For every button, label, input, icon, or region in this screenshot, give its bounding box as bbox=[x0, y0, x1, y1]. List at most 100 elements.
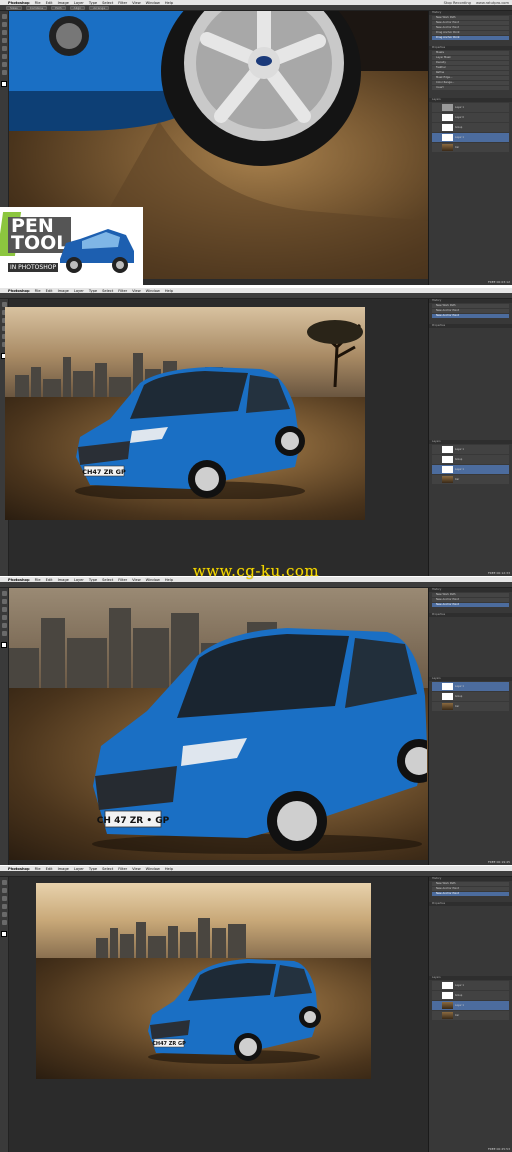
history-item[interactable]: New Anchor Point bbox=[432, 21, 509, 25]
stop-recording-label[interactable]: Stop Recording bbox=[444, 1, 471, 5]
color-swatch-icon[interactable] bbox=[1, 642, 7, 648]
menu-layer[interactable]: Layer bbox=[74, 1, 84, 5]
color-range-button[interactable]: Color Range... bbox=[432, 81, 509, 85]
menu-file[interactable]: File bbox=[35, 867, 41, 871]
layers-panel-tab[interactable]: Layers bbox=[429, 976, 512, 980]
menu-help[interactable]: Help bbox=[165, 867, 173, 871]
option-sizes[interactable]: Sizes bbox=[6, 5, 22, 10]
history-item[interactable]: Drag Anchor Point bbox=[432, 31, 509, 35]
menu-view[interactable]: View bbox=[132, 867, 141, 871]
layers-panel-tab[interactable]: Layers bbox=[429, 98, 512, 102]
menu-image[interactable]: Image bbox=[58, 1, 69, 5]
history-item-selected[interactable]: New Anchor Point bbox=[432, 892, 509, 896]
layer-row[interactable]: Layer 0 bbox=[432, 113, 509, 122]
type-tool-icon[interactable] bbox=[1, 62, 7, 67]
properties-panel-tab[interactable]: Properties bbox=[429, 46, 512, 50]
crop-tool-icon[interactable] bbox=[1, 904, 7, 909]
menu-edit[interactable]: Edit bbox=[46, 867, 53, 871]
color-swatch-icon[interactable] bbox=[1, 81, 7, 87]
invert-button[interactable]: Invert bbox=[432, 86, 509, 90]
brush-tool-icon[interactable] bbox=[1, 46, 7, 51]
history-item-selected[interactable]: Drag Anchor Point bbox=[432, 36, 509, 40]
pen-tool-icon[interactable] bbox=[1, 920, 7, 925]
history-item-selected[interactable]: New Anchor Point bbox=[432, 314, 509, 318]
menu-image[interactable]: Image bbox=[58, 867, 69, 871]
history-item[interactable]: New Work Path bbox=[432, 304, 509, 308]
crop-tool-icon[interactable] bbox=[1, 615, 7, 620]
history-item[interactable]: New Anchor Point bbox=[432, 26, 509, 30]
history-panel-tab[interactable]: History bbox=[429, 11, 512, 15]
history-item[interactable]: New Anchor Point bbox=[432, 309, 509, 313]
menu-window[interactable]: Window bbox=[146, 289, 160, 293]
properties-row[interactable]: Density bbox=[432, 61, 509, 65]
brush-tool-icon[interactable] bbox=[1, 623, 7, 628]
history-item[interactable]: New Work Path bbox=[432, 882, 509, 886]
layer-row[interactable]: Car bbox=[432, 143, 509, 152]
app-name[interactable]: Photoshop bbox=[8, 1, 30, 5]
layer-row[interactable]: Car bbox=[432, 475, 509, 484]
menu-layer[interactable]: Layer bbox=[74, 867, 84, 871]
lasso-tool-icon[interactable] bbox=[1, 607, 7, 612]
menu-view[interactable]: View bbox=[132, 289, 141, 293]
layer-row-selected[interactable]: Layer 1 bbox=[432, 465, 509, 474]
history-panel-tab[interactable]: History bbox=[429, 299, 512, 303]
move-tool-icon[interactable] bbox=[1, 591, 7, 596]
history-item[interactable]: New Anchor Point bbox=[432, 887, 509, 891]
lasso-tool-icon[interactable] bbox=[1, 896, 7, 901]
history-panel-tab[interactable]: History bbox=[429, 588, 512, 592]
lasso-tool-icon[interactable] bbox=[1, 30, 7, 35]
menu-file[interactable]: File bbox=[35, 1, 41, 5]
layer-row-selected[interactable]: Layer 1 bbox=[432, 682, 509, 691]
marquee-tool-icon[interactable] bbox=[1, 22, 7, 27]
mask-edge-button[interactable]: Mask Edge... bbox=[432, 76, 509, 80]
hand-tool-icon[interactable] bbox=[1, 70, 7, 75]
document-canvas[interactable]: CH47 ZR GP bbox=[5, 307, 365, 520]
layer-row[interactable]: Group bbox=[432, 692, 509, 701]
pen-tool-icon[interactable] bbox=[1, 54, 7, 59]
layer-row[interactable]: Group bbox=[432, 455, 509, 464]
layer-row-selected[interactable]: Layer 1 bbox=[432, 1001, 509, 1010]
layer-row[interactable]: Layer 1 bbox=[432, 445, 509, 454]
layer-row[interactable]: Layer 1 bbox=[432, 103, 509, 112]
pen-tool-icon[interactable] bbox=[1, 631, 7, 636]
menu-layer[interactable]: Layer bbox=[74, 289, 84, 293]
app-name[interactable]: Photoshop bbox=[8, 289, 30, 293]
menu-select[interactable]: Select bbox=[102, 289, 113, 293]
layers-panel-tab[interactable]: Layers bbox=[429, 677, 512, 681]
layer-row[interactable]: Group bbox=[432, 123, 509, 132]
menu-filter[interactable]: Filter bbox=[118, 1, 127, 5]
history-panel-tab[interactable]: History bbox=[429, 877, 512, 881]
menu-select[interactable]: Select bbox=[102, 867, 113, 871]
menu-help[interactable]: Help bbox=[165, 289, 173, 293]
menu-window[interactable]: Window bbox=[146, 1, 160, 5]
option-combine[interactable]: Combine bbox=[25, 5, 48, 10]
marquee-tool-icon[interactable] bbox=[1, 599, 7, 604]
layer-row[interactable]: Layer 1 bbox=[432, 981, 509, 990]
color-swatch-icon[interactable] bbox=[1, 931, 7, 937]
app-name[interactable]: Photoshop bbox=[8, 867, 30, 871]
layer-row[interactable]: Car bbox=[432, 1011, 509, 1020]
option-align[interactable]: Align bbox=[69, 5, 86, 10]
layers-panel-tab[interactable]: Layers bbox=[429, 440, 512, 444]
layer-row[interactable]: Group bbox=[432, 991, 509, 1000]
layer-row-selected[interactable]: Layer 1 bbox=[432, 133, 509, 142]
document-canvas[interactable]: CH 47 ZR • GP bbox=[9, 588, 428, 860]
history-item[interactable]: New Work Path bbox=[432, 593, 509, 597]
menu-view[interactable]: View bbox=[132, 1, 141, 5]
history-item-selected[interactable]: New Anchor Point bbox=[432, 603, 509, 607]
history-item[interactable]: New Work Path bbox=[432, 16, 509, 20]
option-arrange[interactable]: Arrange bbox=[89, 5, 110, 10]
menu-select[interactable]: Select bbox=[102, 1, 113, 5]
menu-edit[interactable]: Edit bbox=[46, 1, 53, 5]
menu-file[interactable]: File bbox=[35, 289, 41, 293]
menu-type[interactable]: Type bbox=[89, 289, 97, 293]
properties-row[interactable]: Feather bbox=[432, 66, 509, 70]
menu-type[interactable]: Type bbox=[89, 867, 97, 871]
document-canvas[interactable]: CH47 ZR GP bbox=[36, 883, 371, 1079]
menu-filter[interactable]: Filter bbox=[118, 867, 127, 871]
menu-image[interactable]: Image bbox=[58, 289, 69, 293]
layer-row[interactable]: Car bbox=[432, 702, 509, 711]
menu-filter[interactable]: Filter bbox=[118, 289, 127, 293]
menu-type[interactable]: Type bbox=[89, 1, 97, 5]
menu-window[interactable]: Window bbox=[146, 867, 160, 871]
